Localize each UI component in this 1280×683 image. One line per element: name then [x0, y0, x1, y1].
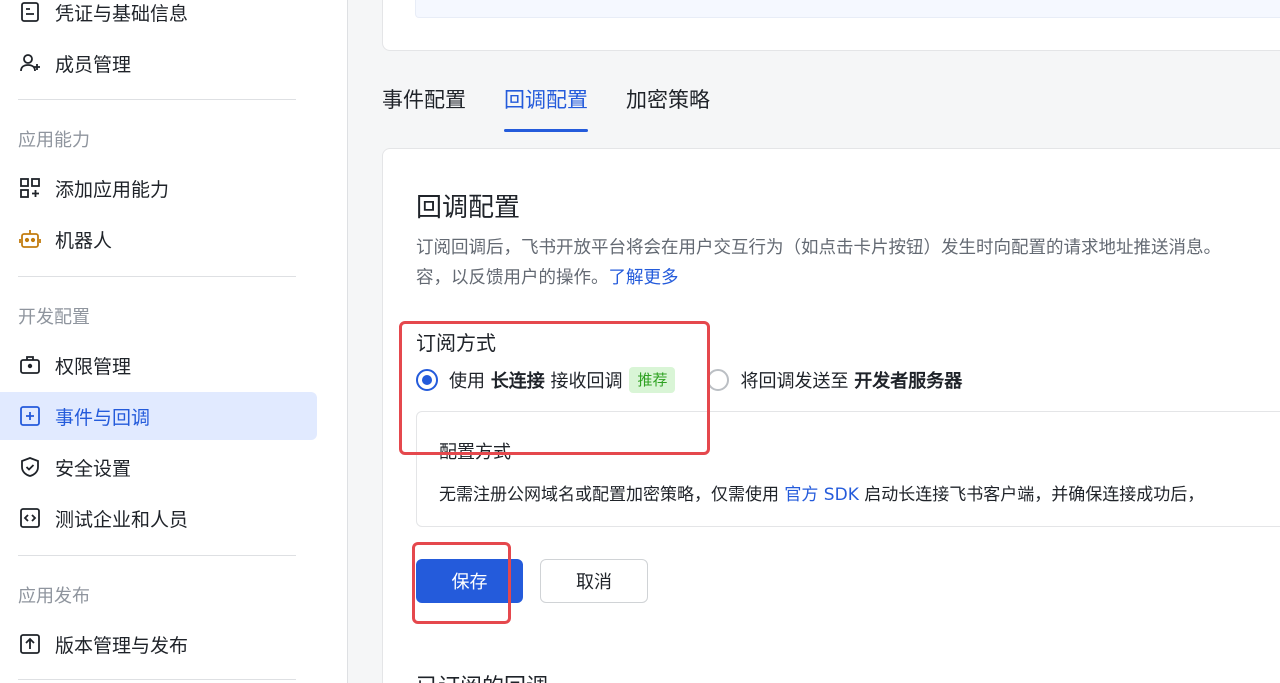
tab-encryption-strategy[interactable]: 加密策略 [626, 78, 710, 132]
option2-prefix: 将回调发送至 [740, 371, 849, 392]
sidebar: 凭证与基础信息 成员管理 应用能力 添加应用能力 机器人 开发配置 权限管理 事… [0, 0, 348, 683]
option-developer-server: 将回调发送至 开发者服务器 [707, 367, 962, 393]
option1-bold: 长连接 [490, 371, 545, 392]
grid-add-icon [18, 176, 42, 200]
save-button[interactable]: 保存 [416, 559, 523, 603]
sidebar-item-label: 添加应用能力 [55, 178, 170, 201]
sidebar-item-label: 权限管理 [55, 355, 132, 378]
official-sdk-link[interactable]: 官方 SDK [784, 485, 858, 505]
sidebar-item-label: 版本管理与发布 [55, 634, 189, 657]
sidebar-item-label: 安全设置 [55, 457, 132, 480]
sidebar-item-label: 机器人 [55, 229, 113, 252]
divider [18, 555, 296, 556]
section-title-dev-config: 开发配置 [18, 307, 90, 328]
sidebar-item-robot[interactable]: 机器人 [0, 215, 317, 263]
sidebar-item-label: 成员管理 [55, 53, 132, 76]
upload-icon [18, 632, 42, 656]
sidebar-item-members[interactable]: 成员管理 [0, 39, 317, 87]
sidebar-item-events-callbacks[interactable]: 事件与回调 [0, 392, 317, 440]
section-title-app-release: 应用发布 [18, 586, 90, 607]
option2-bold: 开发者服务器 [854, 371, 963, 392]
sidebar-item-permissions[interactable]: 权限管理 [0, 341, 317, 389]
subscribed-callbacks-title: 已订阅的回调 [416, 669, 548, 683]
sidebar-item-version-release[interactable]: 版本管理与发布 [0, 620, 317, 668]
shield-icon [18, 455, 42, 479]
option1-prefix: 使用 [449, 371, 485, 392]
sidebar-item-label: 凭证与基础信息 [55, 2, 189, 25]
tab-callback-config[interactable]: 回调配置 [504, 78, 588, 132]
option1-suffix: 接收回调 [550, 371, 623, 392]
callback-config-card: 回调配置 订阅回调后，飞书开放平台将会在用户交互行为（如点击卡片按钮）发生时向配… [382, 148, 1280, 683]
card-title: 回调配置 [416, 193, 521, 223]
sidebar-item-add-capability[interactable]: 添加应用能力 [0, 164, 317, 212]
divider [18, 679, 296, 680]
tab-event-config[interactable]: 事件配置 [382, 78, 466, 132]
briefcase-icon [18, 353, 42, 377]
config-text-after: 启动长连接飞书客户端，并确保连接成功后， [864, 485, 1205, 505]
subscription-method-options: 使用 长连接 接收回调 推荐 将回调发送至 开发者服务器 [416, 367, 962, 393]
user-add-icon [18, 51, 42, 75]
radio-long-connection[interactable] [416, 369, 438, 391]
tab-bar: 事件配置 回调配置 加密策略 [382, 78, 748, 132]
cancel-button[interactable]: 取消 [540, 559, 648, 603]
section-title-app-capabilities: 应用能力 [18, 130, 90, 151]
card-description: 订阅回调后，飞书开放平台将会在用户交互行为（如点击卡片按钮）发生时向配置的请求地… [416, 233, 1280, 293]
config-text-before: 无需注册公网域名或配置加密策略，仅需使用 [439, 485, 779, 505]
config-method-text: 无需注册公网域名或配置加密策略，仅需使用 官方 SDK 启动长连接飞书客户端，并… [439, 480, 1204, 505]
config-method-box: 配置方式 无需注册公网域名或配置加密策略，仅需使用 官方 SDK 启动长连接飞书… [416, 411, 1280, 527]
top-card-inner [415, 0, 1280, 18]
sidebar-item-label: 测试企业和人员 [55, 508, 189, 531]
sidebar-item-label: 事件与回调 [55, 406, 151, 429]
config-method-title: 配置方式 [439, 442, 511, 463]
main-content: 事件配置 回调配置 加密策略 回调配置 订阅回调后，飞书开放平台将会在用户交互行… [349, 0, 1280, 683]
sidebar-item-test-enterprise[interactable]: 测试企业和人员 [0, 494, 317, 542]
sidebar-item-security[interactable]: 安全设置 [0, 443, 317, 491]
radio-developer-server[interactable] [707, 369, 730, 391]
divider [18, 99, 296, 100]
subscription-method-title: 订阅方式 [416, 331, 496, 355]
top-card [382, 0, 1280, 51]
description-line-1: 订阅回调后，飞书开放平台将会在用户交互行为（如点击卡片按钮）发生时向配置的请求地… [416, 238, 1221, 258]
robot-icon [18, 227, 42, 251]
document-icon [18, 0, 42, 24]
recommended-badge: 推荐 [629, 367, 676, 393]
divider [18, 276, 296, 277]
code-icon [18, 506, 42, 530]
learn-more-link[interactable]: 了解更多 [609, 268, 679, 288]
sidebar-item-credentials[interactable]: 凭证与基础信息 [0, 0, 317, 36]
event-plus-icon [18, 404, 42, 428]
description-line-2: 容，以反馈用户的操作。 [416, 268, 609, 288]
